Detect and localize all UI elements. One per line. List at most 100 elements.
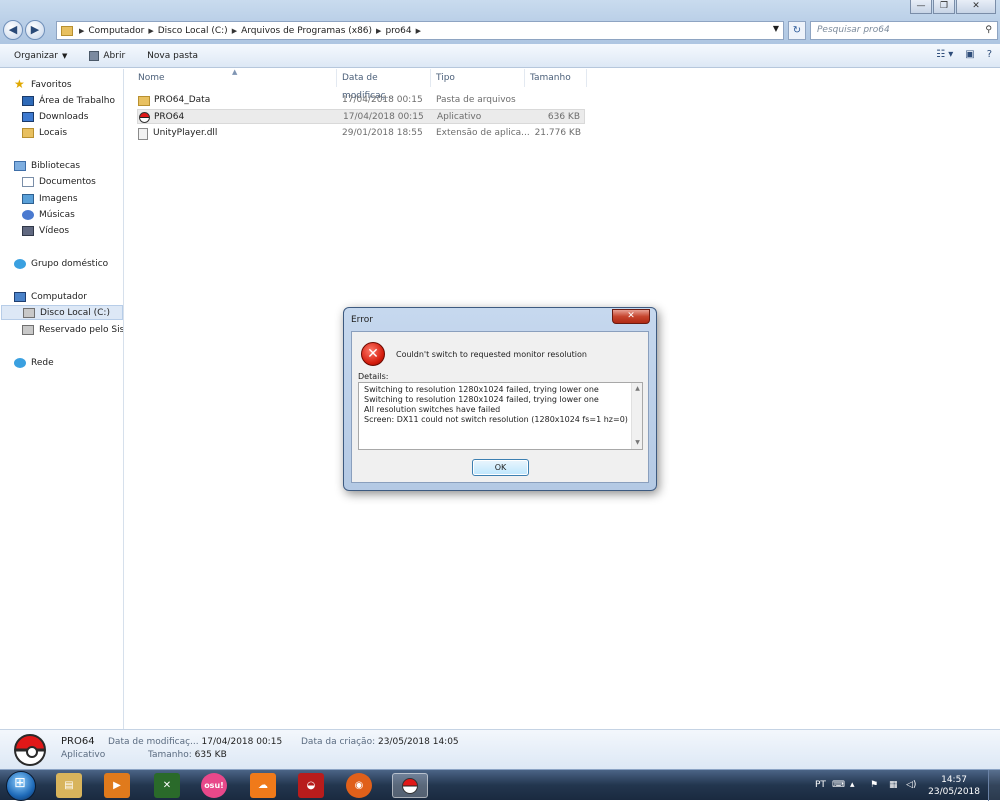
tray-expand-icon[interactable]: ▴: [850, 770, 855, 801]
scroll-up-icon[interactable]: ▲: [632, 384, 642, 394]
nav-favorites[interactable]: ★ Favoritos: [14, 77, 122, 92]
file-row[interactable]: PRO64_Data 17/04/2018 00:15 Pasta de arq…: [137, 93, 585, 108]
nav-desktop[interactable]: Área de Trabalho: [22, 93, 122, 108]
nav-downloads[interactable]: Downloads: [22, 109, 122, 124]
clock[interactable]: 14:57 23/05/2018: [928, 774, 980, 798]
minimize-button[interactable]: —: [910, 0, 932, 14]
nav-computer[interactable]: Computador: [14, 289, 122, 304]
media-player-taskbar-icon[interactable]: ▶: [104, 773, 130, 798]
breadcrumb-separator-icon: ▶: [148, 26, 154, 35]
star-icon: ★: [14, 77, 25, 91]
file-type: Extensão de aplica...: [436, 128, 530, 138]
dialog-title: Error: [351, 315, 373, 325]
search-input[interactable]: Pesquisar pro64 ⚲: [810, 21, 998, 40]
details-value: 635 KB: [194, 750, 227, 760]
file-date: 17/04/2018 00:15: [342, 95, 423, 105]
scroll-down-icon[interactable]: ▼: [632, 438, 642, 448]
nav-documents[interactable]: Documentos: [22, 174, 122, 189]
explorer-taskbar-icon[interactable]: ▤: [56, 773, 82, 798]
game-launcher-taskbar-icon[interactable]: ◒: [298, 773, 324, 798]
nav-music[interactable]: Músicas: [22, 207, 122, 222]
pokeball-app-icon: [14, 734, 46, 766]
nav-libraries[interactable]: Bibliotecas: [14, 158, 122, 173]
nav-images[interactable]: Imagens: [22, 191, 122, 206]
videos-icon: [22, 225, 34, 236]
nav-homegroup[interactable]: Grupo doméstico: [14, 256, 122, 271]
nav-network[interactable]: Rede: [14, 355, 122, 370]
organize-button[interactable]: Organizar ▼: [14, 51, 67, 61]
back-button[interactable]: ◀: [3, 20, 23, 40]
breadcrumb-pro64[interactable]: pro64: [385, 26, 411, 36]
refresh-icon[interactable]: ↻: [788, 21, 806, 40]
pokeball-app-icon: [139, 112, 150, 123]
address-bar[interactable]: ▶ Computador ▶ Disco Local (C:) ▶ Arquiv…: [56, 21, 784, 40]
downloads-icon: [22, 111, 34, 122]
close-window-button[interactable]: ✕: [956, 0, 996, 14]
file-name: UnityPlayer.dll: [153, 128, 218, 138]
new-folder-button[interactable]: Nova pasta: [147, 51, 198, 61]
pro64-taskbar-icon[interactable]: [392, 773, 428, 798]
column-header-date[interactable]: Data de modificaç...: [337, 69, 431, 101]
nav-label: Vídeos: [39, 225, 70, 236]
uc-browser-taskbar-icon[interactable]: ☁: [250, 773, 276, 798]
nav-reserved[interactable]: Reservado pelo Sistema: [22, 322, 123, 337]
firefox-taskbar-icon[interactable]: ◉: [346, 773, 372, 798]
file-name: PRO64_Data: [154, 95, 211, 105]
nav-label: Área de Trabalho: [39, 95, 116, 106]
desktop-icon: [22, 95, 34, 106]
dialog-close-button[interactable]: ✕: [612, 309, 650, 324]
network-tray-icon[interactable]: ▦: [889, 770, 898, 801]
column-header-name[interactable]: Nome ▲: [125, 68, 337, 87]
file-row[interactable]: PRO64 17/04/2018 00:15 Aplicativo 636 KB: [137, 109, 585, 124]
folder-icon: [138, 95, 150, 106]
search-icon[interactable]: ⚲: [985, 22, 992, 39]
action-center-icon[interactable]: ⚑: [870, 770, 878, 801]
breadcrumb-separator-icon: ▶: [415, 26, 422, 35]
ok-button[interactable]: OK: [472, 459, 529, 476]
column-header-size[interactable]: Tamanho: [525, 69, 587, 87]
open-label: Abrir: [103, 50, 126, 61]
details-textbox[interactable]: Switching to resolution 1280x1024 failed…: [358, 382, 643, 450]
forward-button[interactable]: ▶: [25, 20, 45, 40]
volume-icon[interactable]: ◁): [906, 770, 916, 801]
preview-pane-icon[interactable]: ▣: [965, 49, 974, 60]
nav-places[interactable]: Locais: [22, 125, 122, 140]
breadcrumb-computer[interactable]: Computador: [88, 26, 144, 36]
xbox-taskbar-icon[interactable]: ✕: [154, 773, 180, 798]
breadcrumb-local-disk[interactable]: Disco Local (C:): [158, 26, 228, 36]
open-button[interactable]: Abrir: [89, 50, 126, 61]
chevron-down-icon: ▼: [62, 51, 68, 60]
error-dialog: Error ✕ ✕ Couldn't switch to requested m…: [343, 307, 657, 491]
details-label: Tamanho:: [148, 750, 192, 760]
language-indicator[interactable]: PT: [815, 770, 826, 801]
file-row[interactable]: UnityPlayer.dll 29/01/2018 18:55 Extensã…: [137, 126, 585, 141]
nav-label: Imagens: [39, 193, 78, 204]
breadcrumb-separator-icon: ▶: [79, 26, 85, 35]
breadcrumb-program-files[interactable]: Arquivos de Programas (x86): [241, 26, 372, 36]
breadcrumb-separator-icon: ▶: [231, 26, 238, 35]
nav-local-disk[interactable]: Disco Local (C:): [1, 305, 123, 320]
nav-label: Grupo doméstico: [31, 258, 109, 269]
start-button[interactable]: [6, 771, 36, 801]
column-header-type[interactable]: Tipo: [431, 69, 525, 87]
network-icon: [14, 357, 26, 368]
nav-label: Músicas: [39, 209, 75, 220]
file-size: 636 KB: [547, 112, 580, 122]
nav-videos[interactable]: Vídeos: [22, 223, 122, 238]
new-folder-label: Nova pasta: [147, 50, 199, 61]
maximize-button[interactable]: ❐: [933, 0, 955, 14]
show-desktop-button[interactable]: [988, 770, 1000, 801]
dialog-body: ✕ Couldn't switch to requested monitor r…: [351, 331, 649, 483]
details-file-name: PRO64: [61, 736, 95, 747]
details-created: Data da criação: 23/05/2018 14:05: [301, 737, 459, 747]
details-scrollbar[interactable]: ▲ ▼: [631, 383, 642, 449]
file-type: Pasta de arquivos: [436, 95, 516, 105]
details-size: Tamanho: 635 KB: [148, 750, 227, 760]
images-icon: [22, 193, 34, 204]
keyboard-icon[interactable]: ⌨: [832, 770, 845, 801]
address-dropdown-icon[interactable]: ▼: [773, 24, 779, 33]
osu-taskbar-icon[interactable]: osu!: [201, 773, 227, 798]
help-icon[interactable]: ?: [987, 49, 992, 60]
application-icon: [89, 50, 100, 61]
view-options-icon[interactable]: ☷ ▾: [936, 49, 953, 60]
